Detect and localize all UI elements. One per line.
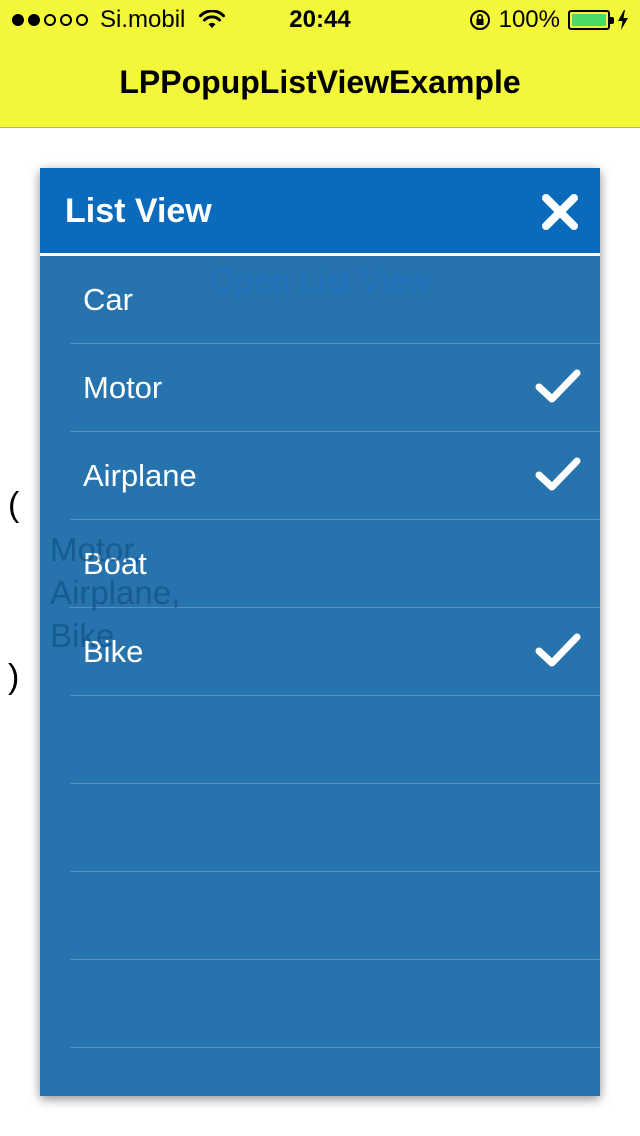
list-item-empty[interactable] bbox=[40, 960, 600, 1048]
selected-item: Bike bbox=[50, 617, 115, 654]
list-item-airplane[interactable]: Airplane bbox=[40, 432, 600, 520]
list-item-empty[interactable] bbox=[40, 784, 600, 872]
selected-item: Airplane, bbox=[50, 574, 181, 611]
rotation-lock-icon bbox=[469, 10, 490, 30]
battery-fill bbox=[572, 14, 606, 26]
list-item-empty[interactable] bbox=[40, 872, 600, 960]
navigation-bar: Si.mobil 20:44 100% LPPopupListViewExamp… bbox=[0, 0, 640, 128]
battery-percentage: 100% bbox=[498, 6, 560, 33]
checkmark-icon bbox=[535, 633, 581, 667]
popup-header: List View bbox=[40, 168, 600, 256]
list-item-empty[interactable] bbox=[40, 696, 600, 784]
popup-title: List View bbox=[65, 192, 212, 230]
checkmark-icon bbox=[535, 457, 581, 491]
battery-nub bbox=[610, 17, 614, 24]
list-item-label: Motor bbox=[83, 370, 163, 405]
checkmark-icon bbox=[535, 369, 581, 403]
close-icon[interactable] bbox=[540, 192, 580, 232]
selected-item: Motor, bbox=[50, 531, 142, 568]
list-item-label: Airplane bbox=[83, 458, 197, 493]
charging-icon bbox=[618, 10, 628, 30]
battery-icon bbox=[568, 10, 614, 30]
list-item-motor[interactable]: Motor bbox=[40, 344, 600, 432]
status-bar: Si.mobil 20:44 100% bbox=[0, 0, 640, 40]
open-list-view-button[interactable]: Open List View bbox=[0, 262, 640, 300]
paren-open: ( bbox=[8, 486, 20, 524]
selected-items-text: Motor, Airplane, Bike bbox=[50, 528, 250, 657]
nav-title: LPPopupListViewExample bbox=[119, 64, 521, 100]
status-right: 100% bbox=[469, 6, 628, 34]
paren-close: ) bbox=[8, 658, 20, 696]
